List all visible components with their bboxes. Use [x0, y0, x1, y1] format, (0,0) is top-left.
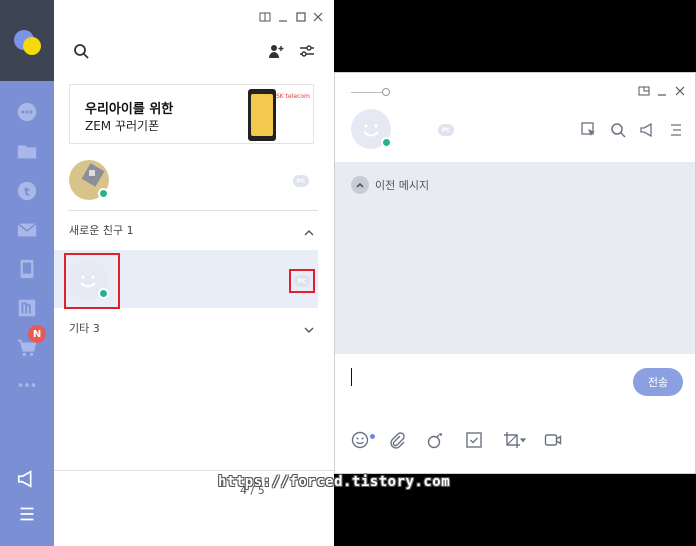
tablet-icon[interactable]	[13, 255, 41, 283]
maximize-button[interactable]	[294, 10, 308, 24]
chat-avatar[interactable]	[351, 109, 392, 149]
banner-subtitle: ZEM 꾸러기폰	[85, 119, 160, 133]
emoticon-icon[interactable]	[349, 429, 371, 451]
opacity-slider-track[interactable]	[351, 92, 385, 93]
new-friends-header[interactable]: 새로운 친구 1	[69, 222, 134, 238]
checklist-icon[interactable]	[463, 429, 485, 451]
sidebar: t N	[0, 0, 54, 546]
watermark: https://forced.tistory.com	[218, 474, 451, 490]
chat-bubble-icon[interactable]	[13, 98, 41, 126]
send-button[interactable]: 전송	[633, 368, 683, 396]
pc-badge: PC	[438, 124, 454, 136]
new-badge: N	[28, 325, 46, 343]
highlight-box-pc-badge	[289, 269, 315, 293]
message-area[interactable]: 이전 메시지	[335, 162, 695, 354]
app-logo	[0, 0, 54, 81]
settings-sliders-icon[interactable]	[298, 42, 316, 60]
megaphone-icon[interactable]	[638, 121, 656, 139]
friends-panel: 우리아이를 위한 ZEM 꾸러기폰 SK telecom PC 새로운 친구 1	[54, 0, 334, 546]
chevron-down-icon[interactable]	[303, 321, 315, 333]
previous-messages-label: 이전 메시지	[375, 179, 430, 192]
online-status-dot	[98, 188, 109, 199]
megaphone-icon[interactable]	[13, 465, 41, 493]
chevron-up-icon	[351, 176, 369, 194]
attach-file-icon[interactable]	[386, 429, 408, 451]
minimize-button[interactable]	[276, 10, 290, 24]
chat-header: PC	[335, 73, 695, 162]
divider	[54, 470, 334, 471]
t-circle-icon[interactable]: t	[13, 177, 41, 205]
banner-phone-image	[248, 89, 276, 141]
add-friend-icon[interactable]	[267, 42, 285, 60]
search-icon[interactable]	[72, 42, 90, 60]
pc-badge: PC	[293, 175, 309, 187]
friend-list-item[interactable]: PC	[54, 250, 318, 309]
online-status-dot	[381, 137, 392, 148]
bomb-message-icon[interactable]	[424, 429, 446, 451]
pin-window-icon[interactable]	[258, 10, 272, 24]
close-button[interactable]	[311, 10, 325, 24]
friends-window: t N 우리아이를 위한 ZEM 꾸러기폰 SK telecom PC 새로운 …	[0, 0, 334, 546]
text-caret	[351, 368, 352, 386]
logo-yellow-dot	[23, 37, 41, 55]
close-button[interactable]	[673, 84, 687, 98]
pin-window-icon[interactable]	[637, 84, 651, 98]
chat-window: PC 이전 메시지 전송	[334, 72, 696, 474]
new-indicator-dot	[370, 434, 375, 439]
minimize-button[interactable]	[655, 84, 669, 98]
other-header[interactable]: 기타 3	[69, 320, 100, 336]
caret-down-icon[interactable]	[518, 429, 528, 451]
folder-icon[interactable]	[13, 137, 41, 165]
previous-messages-button[interactable]: 이전 메시지	[351, 176, 429, 194]
highlight-box-avatar	[64, 253, 120, 309]
n-box-icon[interactable]	[13, 294, 41, 322]
svg-text:t: t	[24, 185, 30, 199]
mail-icon[interactable]	[13, 216, 41, 244]
more-dots-icon[interactable]	[13, 371, 41, 399]
opacity-slider-handle[interactable]	[382, 88, 390, 96]
chevron-up-icon[interactable]	[303, 224, 315, 236]
banner-title: 우리아이를 위한	[85, 102, 174, 117]
ad-banner[interactable]: 우리아이를 위한 ZEM 꾸러기폰 SK telecom	[69, 84, 314, 144]
menu-lines-icon[interactable]	[666, 121, 684, 139]
avatar[interactable]	[69, 160, 109, 200]
divider	[68, 210, 318, 211]
message-input[interactable]: 전송	[335, 354, 695, 473]
hamburger-menu-icon[interactable]	[13, 500, 41, 528]
video-call-icon[interactable]	[542, 429, 564, 451]
capture-cursor-icon[interactable]	[580, 121, 598, 139]
banner-brand: SK telecom	[276, 93, 310, 100]
search-icon[interactable]	[609, 121, 627, 139]
